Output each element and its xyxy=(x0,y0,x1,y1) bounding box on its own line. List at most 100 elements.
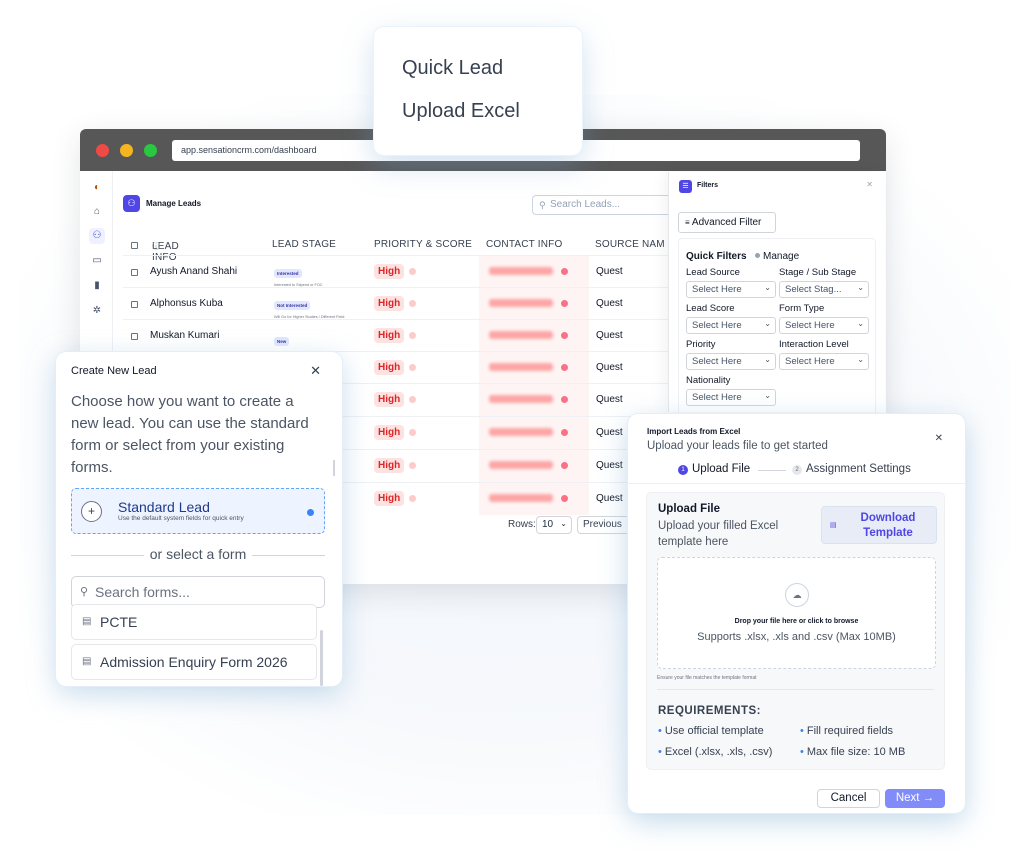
column-header-source[interactable]: SOURCE NAM xyxy=(595,239,665,250)
column-header-contact[interactable]: CONTACT INFO xyxy=(486,239,562,250)
whatsapp-icon[interactable] xyxy=(561,268,568,275)
selected-dot-icon xyxy=(307,509,314,516)
score-dot-icon xyxy=(409,364,416,371)
close-window-dot[interactable] xyxy=(96,144,109,157)
whatsapp-icon[interactable] xyxy=(561,364,568,371)
form-name: PCTE xyxy=(100,614,138,630)
lead-score-select[interactable]: Select Here xyxy=(686,316,776,334)
whatsapp-icon[interactable] xyxy=(561,429,568,436)
maximize-window-dot[interactable] xyxy=(144,144,157,157)
form-item-admission-enquiry[interactable]: ▤ Admission Enquiry Form 2026 xyxy=(71,644,317,680)
filters-title: Filters xyxy=(697,182,719,189)
contact-info-blurred xyxy=(479,320,589,352)
row-checkbox[interactable] xyxy=(131,301,138,308)
lead-name[interactable]: Alphonsus Kuba xyxy=(150,298,223,309)
whatsapp-icon[interactable] xyxy=(561,300,568,307)
contact-info-blurred xyxy=(479,450,589,482)
whatsapp-icon[interactable] xyxy=(561,495,568,502)
close-icon[interactable]: ✕ xyxy=(935,433,943,444)
table-row[interactable]: Alphonsus Kuba Not Interested Will Go for… xyxy=(123,287,743,320)
stage-select[interactable]: Select Stag... xyxy=(779,280,869,298)
leads-icon[interactable]: ⚇ xyxy=(89,228,105,244)
reports-icon[interactable]: ▮ xyxy=(89,278,105,294)
column-header-lead-stage[interactable]: LEAD STAGE xyxy=(272,239,336,250)
document-icon: ▤ xyxy=(82,616,92,627)
source-name: Quest xyxy=(596,427,623,438)
calendar-icon[interactable]: ▭ xyxy=(89,253,105,269)
dialog-subtitle: Upload your leads file to get started xyxy=(647,440,828,452)
settings-icon[interactable]: ✲ xyxy=(89,303,105,319)
download-template-button[interactable]: ▤ Download Template xyxy=(821,506,937,544)
home-icon[interactable]: ⌂ xyxy=(89,204,105,220)
requirement-item: Fill required fields xyxy=(800,725,893,737)
select-all-checkbox[interactable] xyxy=(131,242,138,249)
score-dot-icon xyxy=(409,268,416,275)
whatsapp-icon[interactable] xyxy=(561,396,568,403)
minimize-window-dot[interactable] xyxy=(120,144,133,157)
score-dot-icon xyxy=(409,429,416,436)
whatsapp-icon[interactable] xyxy=(561,462,568,469)
or-select-label: or select a form xyxy=(143,546,253,562)
advanced-filter-label: Advanced Filter xyxy=(691,217,762,228)
lead-name[interactable]: Muskan Kumari xyxy=(150,330,219,341)
or-select-divider: or select a form xyxy=(71,546,325,562)
search-leads-input[interactable]: ⚲ Search Leads... xyxy=(532,195,672,215)
scrollbar[interactable] xyxy=(320,630,323,686)
step-assignment-settings[interactable]: 2 Assignment Settings xyxy=(792,463,911,475)
source-name: Quest xyxy=(596,394,623,405)
priority-badge: High xyxy=(374,458,405,473)
score-dot-icon xyxy=(409,462,416,469)
close-icon[interactable]: ✕ xyxy=(310,363,321,379)
advanced-filter-button[interactable]: ≡ Advanced Filter xyxy=(678,212,776,233)
row-checkbox[interactable] xyxy=(131,269,138,276)
priority-badge: High xyxy=(374,328,405,343)
interaction-level-select[interactable]: Select Here xyxy=(779,352,869,370)
priority-select[interactable]: Select Here xyxy=(686,352,776,370)
requirement-item: Use official template xyxy=(658,725,764,737)
source-name: Quest xyxy=(596,460,623,471)
step-label: Upload File xyxy=(692,463,751,475)
contact-info-blurred xyxy=(479,256,589,288)
close-icon[interactable]: ✕ xyxy=(866,180,873,189)
lead-source-select[interactable]: Select Here xyxy=(686,280,776,298)
nationality-select[interactable]: Select Here xyxy=(686,388,776,406)
menu-item-upload-excel[interactable]: Upload Excel xyxy=(402,100,520,123)
source-name: Quest xyxy=(596,266,623,277)
form-item-pcte[interactable]: ▤ PCTE xyxy=(71,604,317,640)
upload-file-subtitle: Upload your filled Excel template here xyxy=(658,520,779,548)
rows-per-page-select[interactable]: 10 ⌄ xyxy=(536,516,572,534)
template-hint: Ensure your file matches the template fo… xyxy=(657,675,757,681)
page-title: Manage Leads xyxy=(146,199,202,208)
plus-icon: + xyxy=(81,501,102,522)
next-button[interactable]: Next → xyxy=(885,789,945,808)
list-icon: ≡ xyxy=(685,218,690,227)
download-template-label: Download Template xyxy=(860,512,916,539)
menu-item-quick-lead[interactable]: Quick Lead xyxy=(402,57,503,80)
lead-stage: Not Interested Will Go for Higher Studies… xyxy=(274,294,344,319)
table-row[interactable]: Muskan Kumari New High Quest xyxy=(123,319,743,352)
filter-label-priority: Priority xyxy=(686,339,716,350)
step-upload-file[interactable]: 1 Upload File xyxy=(678,463,750,475)
search-leads-placeholder: Search Leads... xyxy=(550,199,621,210)
column-header-priority[interactable]: PRIORITY & SCORE xyxy=(374,239,472,250)
logo-icon[interactable]: ◐ xyxy=(89,180,105,196)
file-drop-zone[interactable]: ☁ Drop your file here or click to browse… xyxy=(657,557,936,669)
lead-name[interactable]: Ayush Anand Shahi xyxy=(150,266,237,277)
form-type-select[interactable]: Select Here xyxy=(779,316,869,334)
filter-label-nationality: Nationality xyxy=(686,375,731,386)
requirement-item: Max file size: 10 MB xyxy=(800,746,905,758)
divider xyxy=(657,689,934,690)
whatsapp-icon[interactable] xyxy=(561,332,568,339)
filter-label-lead-source: Lead Source xyxy=(686,267,740,278)
import-excel-dialog: Import Leads from Excel Upload your lead… xyxy=(628,414,965,813)
cancel-button[interactable]: Cancel xyxy=(817,789,880,808)
row-checkbox[interactable] xyxy=(131,333,138,340)
manage-filters-link[interactable]: Manage xyxy=(755,251,799,262)
standard-lead-option[interactable]: + Standard Lead Use the default system f… xyxy=(71,488,325,534)
scrollbar[interactable] xyxy=(333,460,335,476)
priority-badge: High xyxy=(374,491,405,506)
table-row[interactable]: Ayush Anand Shahi Interested Interested t… xyxy=(123,255,743,288)
requirement-item: Excel (.xlsx, .xls, .csv) xyxy=(658,746,773,758)
drop-instructions: Drop your file here or click to browse xyxy=(734,618,859,625)
source-name: Quest xyxy=(596,362,623,373)
